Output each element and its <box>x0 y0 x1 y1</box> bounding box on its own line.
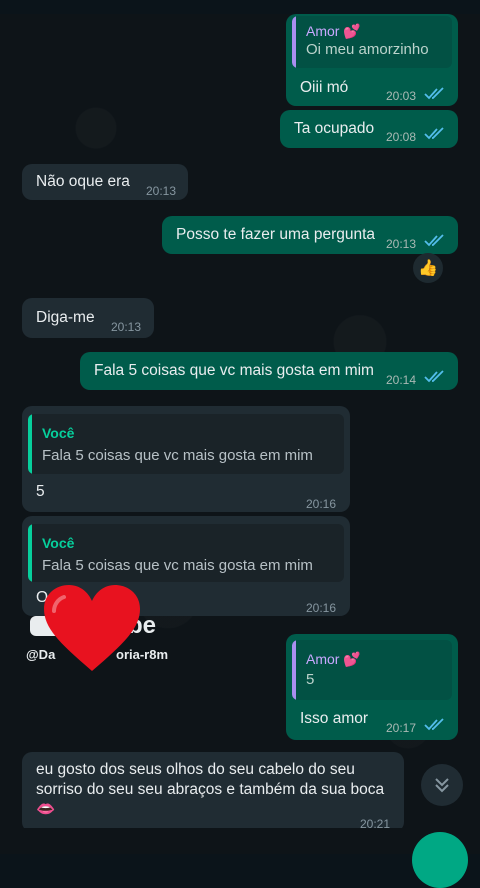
message-text: Posso te fazer uma pergunta <box>176 226 376 243</box>
send-button[interactable] <box>412 832 468 888</box>
message-bubble-outgoing[interactable]: Amor 💕 5 Isso amor 20:17 <box>286 634 458 740</box>
quoted-message[interactable]: Você Fala 5 coisas que vc mais gosta em … <box>28 524 344 582</box>
message-time: 20:16 <box>306 497 337 511</box>
message-bubble-incoming[interactable]: eu gosto dos seus olhos do seu cabelo do… <box>22 752 404 832</box>
message-text: Fala 5 coisas que vc mais gosta em mim <box>94 362 374 379</box>
scroll-to-bottom-button[interactable] <box>421 764 463 806</box>
message-time: 20:03 <box>386 89 417 103</box>
message-time: 20:08 <box>386 130 417 144</box>
double-chevron-down-icon <box>435 778 449 793</box>
quoted-message[interactable]: Amor 💕 Oi meu amorzinho <box>292 16 452 68</box>
message-time: 20:13 <box>111 320 142 334</box>
quoted-author: Amor 💕 <box>306 651 361 667</box>
message-bubble-incoming[interactable]: Diga-me 20:13 <box>22 298 154 338</box>
quoted-message[interactable]: Amor 💕 5 <box>292 640 452 700</box>
quoted-author: Você <box>42 425 75 441</box>
quoted-text: Oi meu amorzinho <box>306 41 429 58</box>
message-time: 20:14 <box>386 373 417 387</box>
double-check-icon <box>424 87 444 100</box>
reaction-badge[interactable]: 👍 <box>413 253 443 283</box>
quoted-text: Fala 5 coisas que vc mais gosta em mim <box>42 447 313 464</box>
message-time: 20:13 <box>146 184 177 198</box>
double-check-icon <box>424 127 444 140</box>
message-bubble-outgoing[interactable]: Posso te fazer uma pergunta 20:13 <box>162 216 458 254</box>
message-text-line: sorriso do seu seu abraços e também da s… <box>36 781 385 798</box>
message-bubble-incoming[interactable]: Não oque era 20:13 <box>22 164 188 200</box>
message-text: Isso amor <box>300 710 369 727</box>
message-text: 5 <box>36 483 45 500</box>
message-text: Ta ocupado <box>294 120 375 137</box>
heart-icon <box>44 585 140 671</box>
quoted-text: 5 <box>306 671 315 688</box>
double-check-icon <box>424 718 444 731</box>
double-check-icon <box>424 234 444 247</box>
message-bubble-outgoing[interactable]: Amor 💕 Oi meu amorzinho Oiii mó 20:03 <box>286 14 458 106</box>
thumbs-up-reaction: 👍 <box>418 260 438 277</box>
message-text: Oiii mó <box>300 79 349 96</box>
message-bubble-outgoing[interactable]: Fala 5 coisas que vc mais gosta em mim 2… <box>80 352 458 390</box>
message-time: 20:17 <box>386 721 417 735</box>
double-check-icon <box>424 370 444 383</box>
message-bubble-incoming[interactable]: Você Fala 5 coisas que vc mais gosta em … <box>22 406 350 512</box>
message-bubble-outgoing[interactable]: Ta ocupado 20:08 <box>280 110 458 148</box>
message-text: Diga-me <box>36 309 95 326</box>
quoted-author: Amor 💕 <box>306 23 361 39</box>
message-text-line: 👄 <box>36 801 56 818</box>
message-text: Não oque era <box>36 173 130 190</box>
quoted-message[interactable]: Você Fala 5 coisas que vc mais gosta em … <box>28 414 344 474</box>
quoted-author: Você <box>42 535 75 551</box>
message-time: 20:13 <box>386 237 417 251</box>
status-bar <box>0 0 480 14</box>
message-time: 20:16 <box>306 601 337 615</box>
input-bar-partial <box>0 828 480 854</box>
quoted-text: Fala 5 coisas que vc mais gosta em mim <box>42 557 313 574</box>
message-text-line: eu gosto dos seus olhos do seu cabelo do… <box>36 761 355 778</box>
